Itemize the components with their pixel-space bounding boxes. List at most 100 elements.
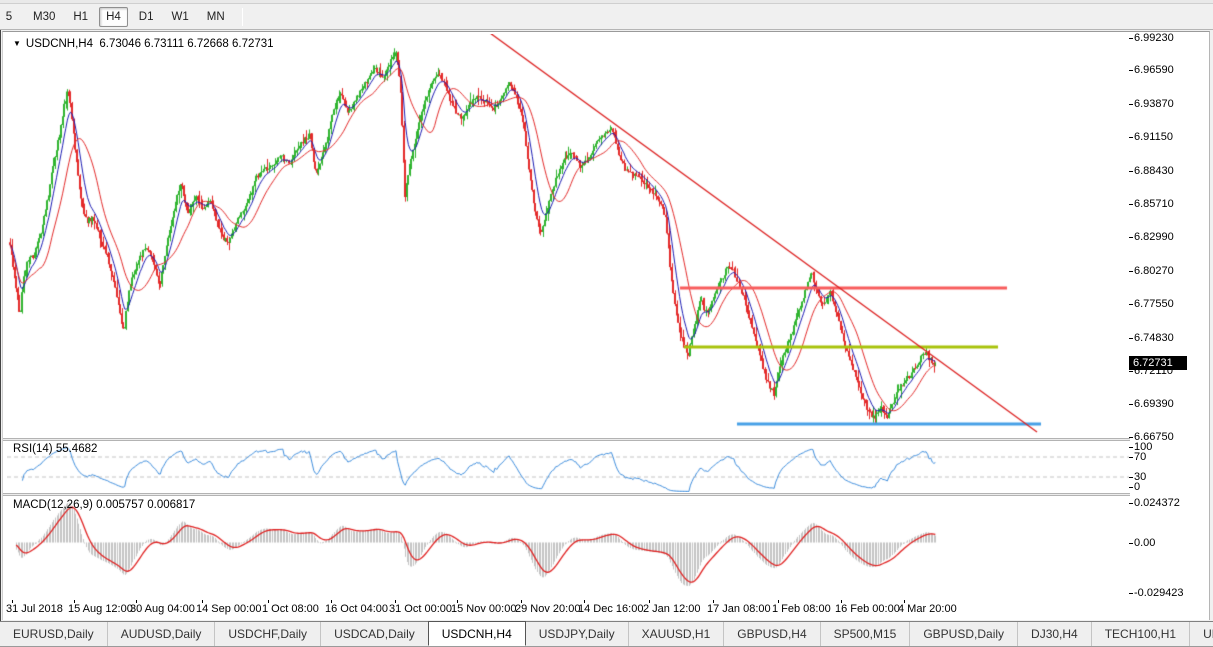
date-axis-label: 31 Jul 2018 [6, 603, 63, 615]
price-axis-label: 6.85710 [1134, 198, 1174, 210]
main-chart-panel[interactable] [7, 34, 1129, 437]
price-axis-tick [1129, 404, 1133, 405]
date-axis-label: 1 Oct 08:00 [262, 603, 319, 615]
date-axis-tick [74, 600, 75, 603]
macd-panel[interactable] [7, 497, 1129, 599]
date-axis-label: 16 Oct 04:00 [325, 603, 388, 615]
price-axis-tick [1129, 104, 1133, 105]
timeframe-button-5[interactable]: 5 [0, 7, 22, 27]
price-axis-label: 6.99230 [1134, 32, 1174, 44]
date-axis-label: 17 Jan 08:00 [707, 603, 771, 615]
date-axis-tick [268, 600, 269, 603]
chart-tab-ukc[interactable]: UKC [1189, 622, 1213, 646]
chart-tab-tech100-h1[interactable]: TECH100,H1 [1091, 622, 1189, 646]
date-axis-tick [584, 600, 585, 603]
panel-splitter-rsi[interactable] [3, 438, 1209, 441]
macd-indicator-label: MACD(12,26,9) 0.005757 0.006817 [13, 499, 195, 511]
chart-tab-eurusd-daily[interactable]: EURUSD,Daily [0, 622, 107, 646]
chart-tab-gbpusd-h4[interactable]: GBPUSD,H4 [723, 622, 819, 646]
price-axis-tick [1129, 70, 1133, 71]
chart-tab-usdchf-daily[interactable]: USDCHF,Daily [214, 622, 320, 646]
chart-tab-xauusd-h1[interactable]: XAUUSD,H1 [628, 622, 724, 646]
price-axis-tick [1129, 338, 1133, 339]
chart-ohlc-values: 6.73046 6.73111 6.72668 6.72731 [99, 38, 273, 50]
rsi-axis-label: 0 [1134, 481, 1140, 493]
chart-symbol-label: USDCNH,H4 [26, 38, 93, 50]
chart-title: ▼ USDCNH,H4 6.73046 6.73111 6.72668 6.727… [13, 38, 274, 50]
timeframe-button-w1[interactable]: W1 [164, 7, 195, 27]
date-axis-label: 1 Feb 08:00 [772, 603, 831, 615]
date-axis-tick [841, 600, 842, 603]
price-axis-label: 6.74830 [1134, 332, 1174, 344]
date-axis-tick [457, 600, 458, 603]
price-axis-tick [1129, 237, 1133, 238]
chart-dropdown-icon[interactable]: ▼ [13, 39, 21, 48]
date-axis-label: 4 Mar 20:00 [898, 603, 957, 615]
timeframe-button-h1[interactable]: H1 [66, 7, 95, 27]
date-axis-label: 16 Feb 00:00 [835, 603, 900, 615]
date-axis-tick [521, 600, 522, 603]
macd-chart-canvas[interactable] [7, 497, 1129, 599]
timeframe-button-m30[interactable]: M30 [26, 7, 62, 27]
macd-axis-label: 0.024372 [1134, 497, 1180, 509]
macd-axis-label: -0.029423 [1134, 587, 1184, 599]
candlestick-chart-canvas[interactable] [7, 34, 1129, 437]
chart-tab-dj30-h4[interactable]: DJ30,H4 [1017, 622, 1091, 646]
date-axis-tick [331, 600, 332, 603]
chart-tab-usdjpy-daily[interactable]: USDJPY,Daily [526, 622, 628, 646]
date-axis-tick [202, 600, 203, 603]
price-axis-tick [1129, 137, 1133, 138]
chart-tab-usdcnh-h4[interactable]: USDCNH,H4 [428, 621, 526, 646]
price-axis-label: 6.69390 [1134, 398, 1174, 410]
chart-tab-usdcad-daily[interactable]: USDCAD,Daily [320, 622, 428, 646]
price-axis[interactable] [1130, 34, 1209, 600]
price-axis-tick [1129, 437, 1133, 438]
timeframe-button-mn[interactable]: MN [200, 7, 232, 27]
price-axis-label: 6.91150 [1134, 131, 1173, 143]
price-axis-label: 6.82990 [1134, 231, 1174, 243]
price-axis-label: 6.72110 [1134, 365, 1173, 377]
date-axis-label: 30 Aug 04:00 [130, 603, 195, 615]
rsi-axis-tick [1129, 477, 1133, 478]
rsi-axis-label: 70 [1134, 451, 1146, 463]
rsi-indicator-label: RSI(14) 55.4682 [13, 443, 97, 455]
price-axis-tick [1129, 271, 1133, 272]
timeframe-button-h4[interactable]: H4 [99, 7, 128, 27]
rsi-axis-tick [1129, 457, 1133, 458]
date-axis-tick [778, 600, 779, 603]
macd-axis-tick [1129, 543, 1133, 544]
price-axis-tick [1129, 38, 1133, 39]
rsi-panel[interactable] [7, 442, 1129, 492]
macd-axis-label: 0.00 [1134, 537, 1155, 549]
chart-tab-sp500-m15[interactable]: SP500,M15 [820, 622, 910, 646]
date-axis-label: 15 Nov 00:00 [451, 603, 516, 615]
date-axis-label: 14 Dec 16:00 [578, 603, 643, 615]
date-axis-tick [713, 600, 714, 603]
rsi-axis-tick [1129, 447, 1133, 448]
timeframe-button-d1[interactable]: D1 [132, 7, 161, 27]
chart-tab-gbpusd-daily[interactable]: GBPUSD,Daily [909, 622, 1017, 646]
price-axis-tick [1129, 171, 1133, 172]
price-axis-label: 6.77550 [1134, 298, 1174, 310]
price-axis-label: 6.80270 [1134, 265, 1174, 277]
date-axis-tick [395, 600, 396, 603]
date-axis-label: 14 Sep 00:00 [196, 603, 261, 615]
date-axis-label: 2 Jan 12:00 [643, 603, 701, 615]
price-axis-label: 6.88430 [1134, 165, 1174, 177]
symbol-tab-bar: EURUSD,DailyAUDUSD,DailyUSDCHF,DailyUSDC… [0, 621, 1213, 647]
price-axis-tick [1129, 304, 1133, 305]
date-axis-tick [136, 600, 137, 603]
timeframe-toolbar: 5M30H1H4D1W1MN [0, 5, 1213, 30]
panel-splitter-macd[interactable] [3, 493, 1209, 496]
price-axis-label: 6.93870 [1134, 98, 1174, 110]
date-axis-tick [649, 600, 650, 603]
macd-axis-tick [1129, 593, 1133, 594]
price-axis-label: 6.96590 [1134, 64, 1174, 76]
top-toolbar-sliver [0, 0, 1213, 4]
macd-axis-tick [1129, 503, 1133, 504]
rsi-chart-canvas[interactable] [7, 442, 1129, 492]
toolbar-separator [242, 8, 243, 26]
date-axis-tick [904, 600, 905, 603]
price-axis-tick [1129, 371, 1133, 372]
chart-tab-audusd-daily[interactable]: AUDUSD,Daily [107, 622, 215, 646]
